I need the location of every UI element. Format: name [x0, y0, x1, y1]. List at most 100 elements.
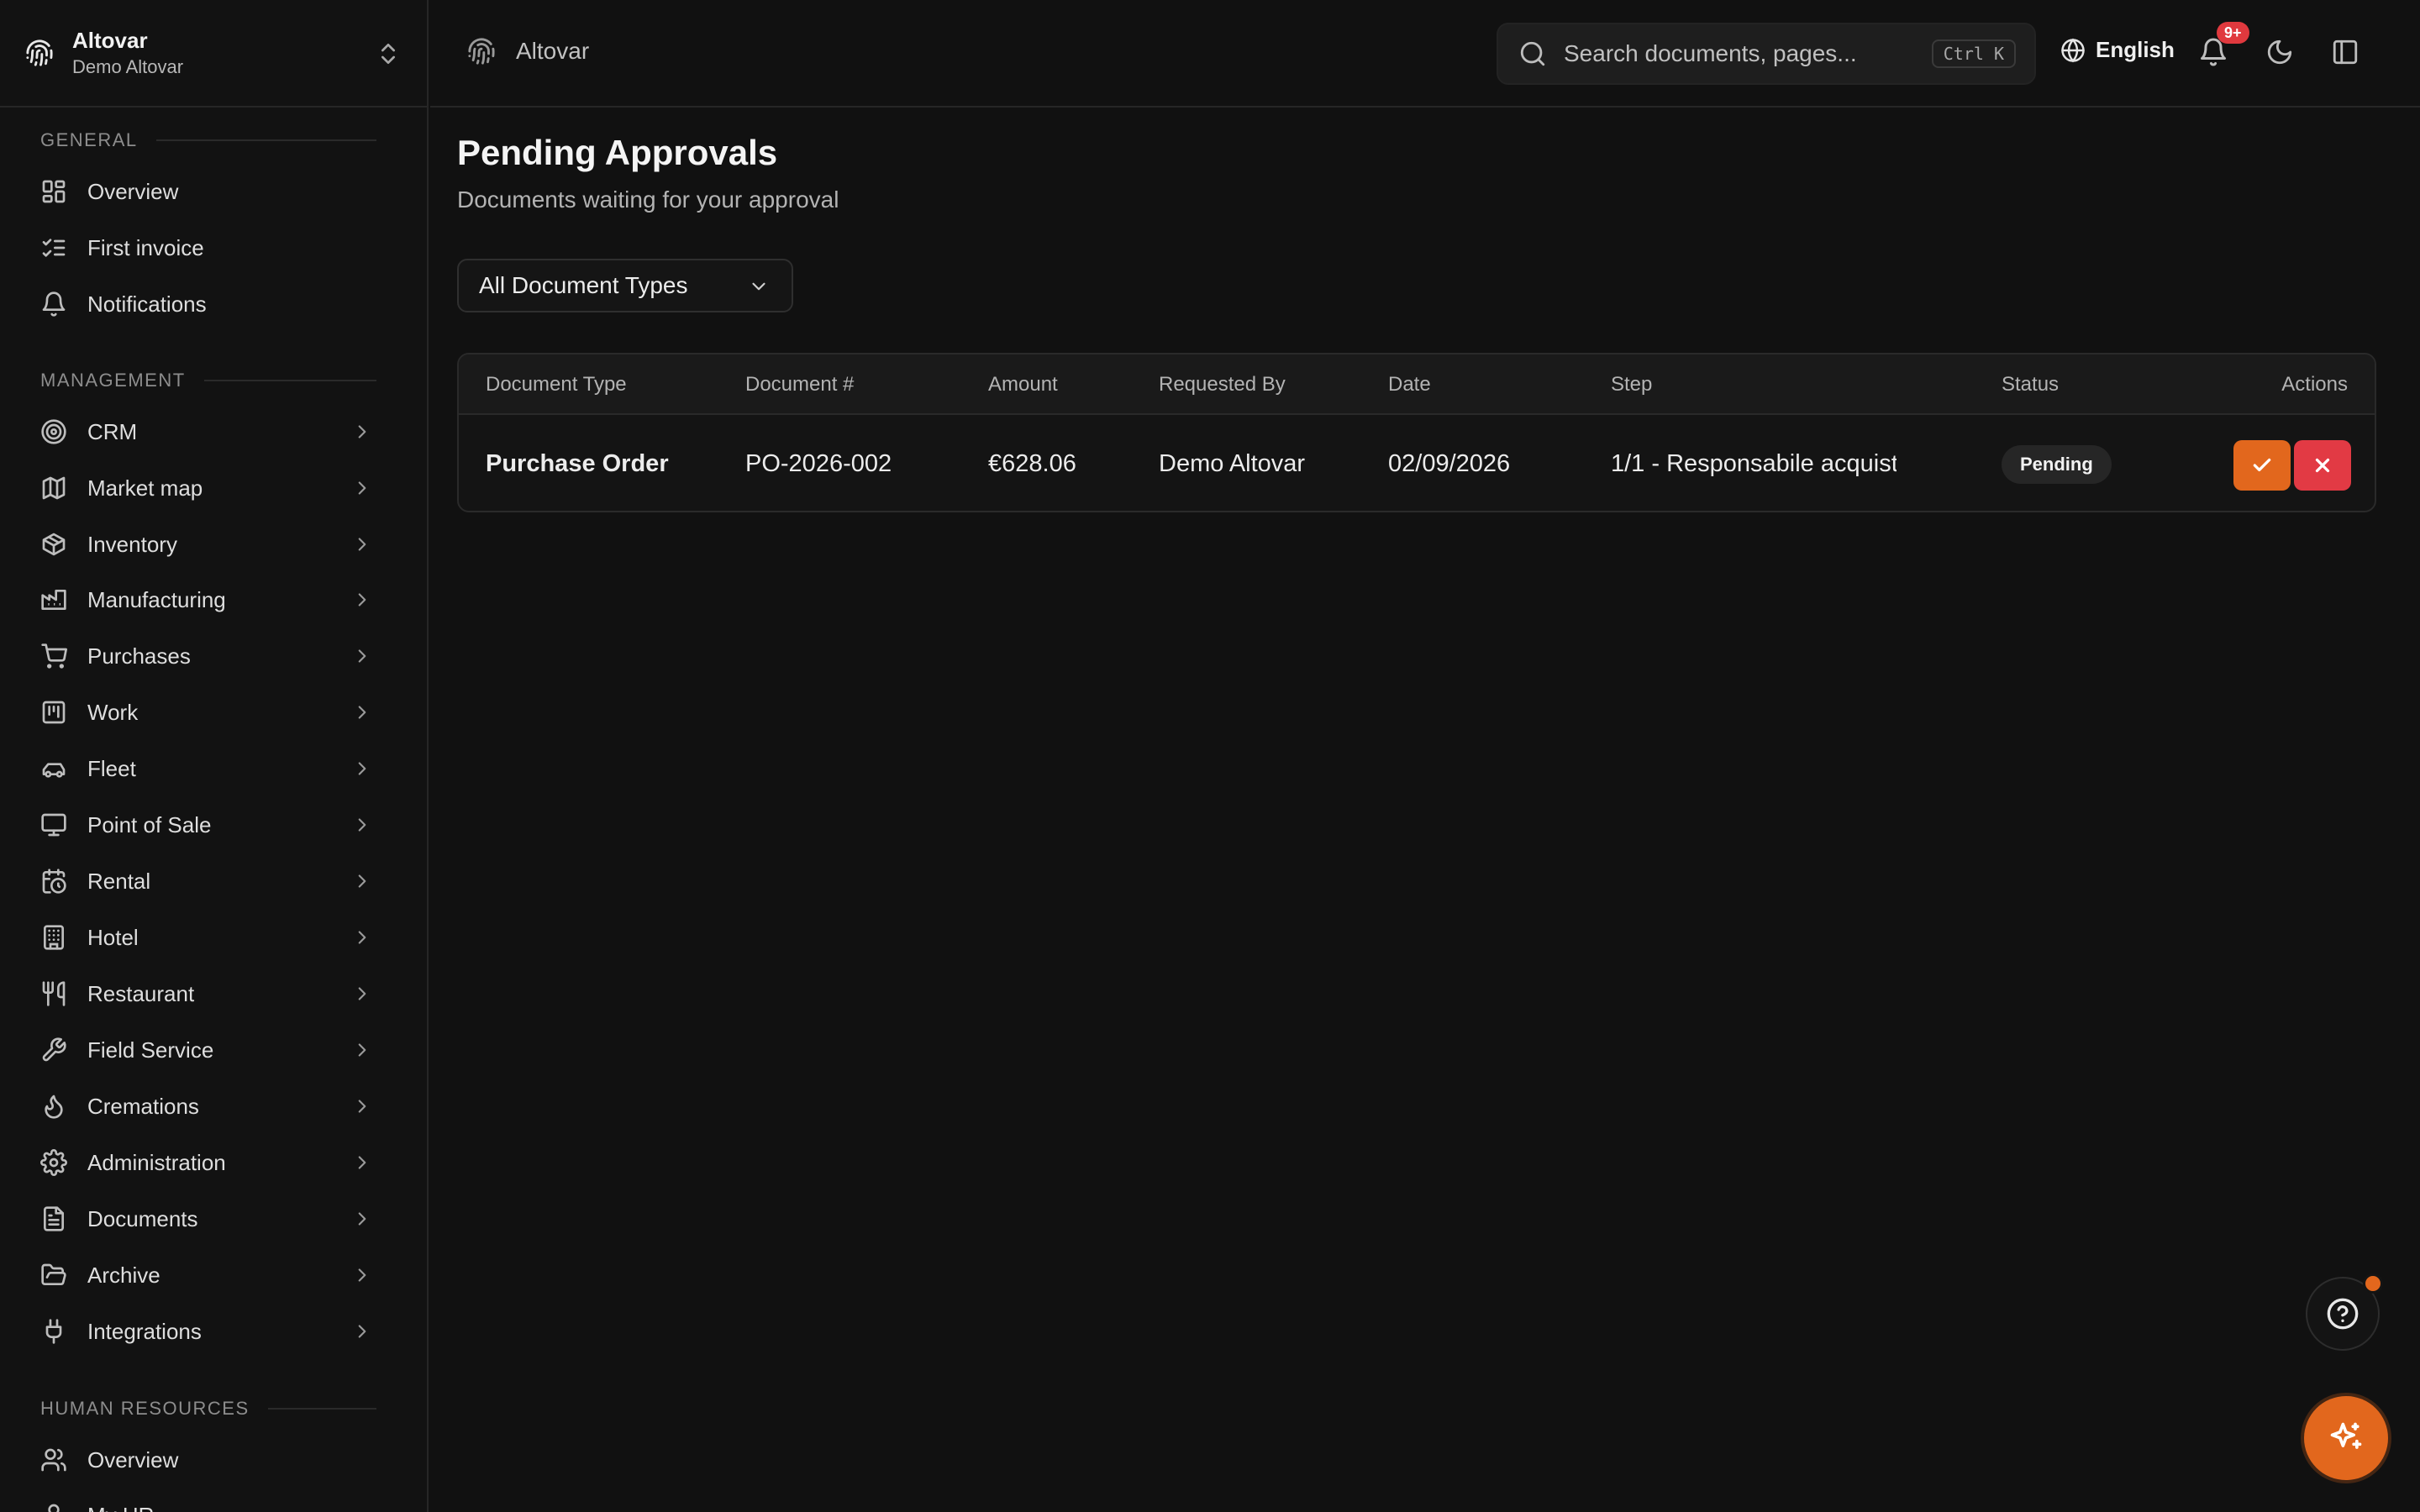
cell-step: 1/1 - Responsabile acquisti — [1611, 450, 1897, 477]
sidebar-item-label: First invoice — [87, 234, 204, 260]
sidebar-item-label: Documents — [87, 1205, 198, 1231]
sidebar-item-administration[interactable]: Administration — [25, 1139, 387, 1186]
cart-icon — [41, 643, 67, 669]
sidebar-item-market-map[interactable]: Market map — [25, 465, 387, 512]
document-type-filter[interactable]: All Document Types — [457, 259, 793, 312]
search-shortcut-hint: Ctrl K — [1931, 39, 2016, 68]
chevron-right-icon — [358, 706, 366, 719]
reject-button[interactable] — [2294, 440, 2351, 491]
document-type-filter-value: All Document Types — [479, 272, 688, 298]
sidebar-item-hr-overview[interactable]: Overview — [25, 1436, 387, 1483]
workspace-org: Demo Altovar — [72, 56, 184, 77]
chevron-right-icon — [358, 538, 366, 551]
help-indicator-dot — [2363, 1273, 2383, 1294]
chevron-right-icon — [358, 1100, 366, 1113]
chevrons-up-down-icon[interactable] — [375, 40, 402, 67]
search-icon — [1520, 41, 1545, 66]
sidebar-item-archive[interactable]: Archive — [25, 1252, 387, 1299]
table-row[interactable]: Purchase Order PO-2026-002 €628.06 Demo … — [459, 417, 2375, 511]
cell-amount: €628.06 — [988, 450, 1076, 477]
sidebar-item-inventory[interactable]: Inventory — [25, 521, 387, 568]
wrench-icon — [42, 1037, 66, 1062]
sidebar-item-label: Inventory — [87, 531, 177, 557]
column-header: Amount — [988, 373, 1058, 396]
chevron-right-icon — [358, 1325, 366, 1338]
car-icon — [42, 763, 66, 778]
flame-icon — [45, 1095, 63, 1119]
sidebar-item-label: Archive — [87, 1262, 160, 1288]
chevron-right-icon — [358, 874, 366, 888]
chevron-right-icon — [358, 987, 366, 1000]
sidebar-item-overview[interactable]: Overview — [25, 168, 387, 215]
calendar-clock-icon — [42, 869, 66, 894]
sidebar-item-label: Field Service — [87, 1037, 214, 1063]
sidebar-item-crm[interactable]: CRM — [25, 408, 387, 455]
close-icon — [2315, 458, 2330, 473]
sidebar-item-purchases[interactable]: Purchases — [25, 633, 387, 680]
sidebar-item-rental[interactable]: Rental — [25, 858, 387, 905]
panel-left-icon[interactable] — [2331, 38, 2360, 66]
chevron-right-icon — [358, 818, 366, 832]
sidebar-item-manufacturing[interactable]: Manufacturing — [25, 576, 387, 623]
language-label: English — [2096, 37, 2175, 62]
chevron-right-icon — [358, 1156, 366, 1169]
sidebar-item-integrations[interactable]: Integrations — [25, 1308, 387, 1355]
sidebar-item-field-service[interactable]: Field Service — [25, 1026, 387, 1074]
column-header: Requested By — [1159, 373, 1286, 396]
search-input[interactable] — [1564, 40, 1933, 67]
globe-icon — [2061, 38, 2085, 62]
main-content: Pending Approvals Documents waiting for … — [430, 109, 2420, 1512]
package-icon — [42, 533, 66, 556]
gear-icon — [40, 1149, 67, 1176]
approvals-table: Document Type Document # Amount Requeste… — [457, 353, 2376, 512]
user-icon — [48, 1504, 60, 1512]
file-text-icon — [44, 1206, 64, 1231]
chevron-right-icon — [358, 649, 366, 663]
breadcrumb[interactable]: Altovar — [467, 37, 589, 66]
kanban-icon — [42, 701, 66, 724]
column-header: Actions — [2281, 373, 2348, 396]
ai-assistant-button[interactable] — [2304, 1396, 2388, 1480]
search-box[interactable]: Ctrl K — [1497, 23, 2036, 85]
chevron-right-icon — [358, 1212, 366, 1226]
section-label-human-resources: Human Resources — [40, 1398, 376, 1420]
sidebar-item-label: My HR — [87, 1503, 154, 1512]
sidebar-item-work[interactable]: Work — [25, 689, 387, 736]
sidebar-item-point-of-sale[interactable]: Point of Sale — [25, 801, 387, 848]
workspace-switcher[interactable]: Altovar Demo Altovar — [0, 0, 427, 108]
help-circle-icon — [2327, 1298, 2359, 1330]
utensils-icon — [42, 981, 66, 1006]
chevron-right-icon — [358, 1043, 366, 1057]
sidebar-item-label: Overview — [87, 178, 179, 204]
sidebar-item-label: Administration — [87, 1149, 226, 1175]
sidebar-item-fleet[interactable]: Fleet — [25, 745, 387, 792]
sidebar-item-my-hr[interactable]: My HR — [25, 1492, 387, 1512]
breadcrumb-label: Altovar — [516, 38, 590, 64]
language-selector[interactable]: English — [2060, 37, 2175, 63]
check-icon — [2253, 458, 2271, 472]
cell-document-number: PO-2026-002 — [745, 450, 892, 477]
sidebar-item-hotel[interactable]: Hotel — [25, 914, 387, 961]
approve-button[interactable] — [2233, 440, 2291, 491]
sidebar-item-label: Restaurant — [87, 980, 195, 1006]
moon-icon[interactable] — [2265, 38, 2294, 66]
page-subtitle: Documents waiting for your approval — [457, 186, 839, 213]
chevron-right-icon — [358, 425, 366, 438]
sidebar-item-first-invoice[interactable]: First invoice — [25, 224, 387, 271]
sidebar-item-label: CRM — [87, 418, 138, 444]
chevron-right-icon — [358, 931, 366, 944]
sidebar-item-restaurant[interactable]: Restaurant — [25, 970, 387, 1017]
sidebar-item-documents[interactable]: Documents — [25, 1195, 387, 1242]
chevron-right-icon — [358, 481, 366, 495]
bell-icon — [42, 291, 66, 317]
list-checks-icon — [42, 239, 66, 257]
sidebar-item-notifications[interactable]: Notifications — [25, 281, 387, 328]
fingerprint-icon — [468, 38, 495, 65]
column-header: Document # — [745, 373, 855, 396]
sidebar-item-label: Rental — [87, 868, 151, 894]
sidebar-item-label: Cremations — [87, 1093, 199, 1119]
sidebar-item-label: Overview — [87, 1446, 179, 1473]
status-badge: Pending — [2002, 445, 2112, 484]
users-icon — [41, 1448, 66, 1472]
sidebar-item-cremations[interactable]: Cremations — [25, 1083, 387, 1130]
